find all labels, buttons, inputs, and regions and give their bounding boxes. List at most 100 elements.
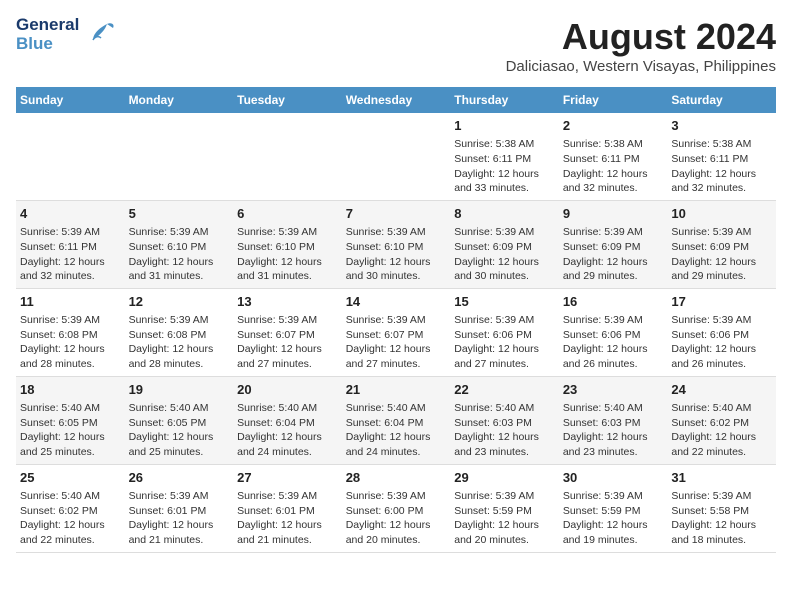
day-number-26: 26	[129, 469, 230, 487]
page-title: August 2024	[506, 16, 776, 58]
cell-3-6: 16 Sunrise: 5:39 AM Sunset: 6:06 PM Dayli…	[559, 288, 668, 376]
day-number-30: 30	[563, 469, 664, 487]
day-number-15: 15	[454, 293, 555, 311]
cell-3-1: 11 Sunrise: 5:39 AM Sunset: 6:08 PM Dayli…	[16, 288, 125, 376]
header-tuesday: Tuesday	[233, 87, 342, 113]
week-row-1: 1Sunrise: 5:38 AM Sunset: 6:11 PM Daylig…	[16, 113, 776, 200]
cell-text-3-6: Sunrise: 5:39 AM Sunset: 6:06 PM Dayligh…	[563, 313, 664, 372]
cell-4-1: 18 Sunrise: 5:40 AM Sunset: 6:05 PM Dayli…	[16, 376, 125, 464]
day-number-16: 16	[563, 293, 664, 311]
logo: General Blue	[16, 16, 117, 53]
cell-1-7: 3Sunrise: 5:38 AM Sunset: 6:11 PM Daylig…	[667, 113, 776, 200]
cell-text-4-2: Sunrise: 5:40 AM Sunset: 6:05 PM Dayligh…	[129, 401, 230, 460]
cell-text-2-2: Sunrise: 5:39 AM Sunset: 6:10 PM Dayligh…	[129, 225, 230, 284]
cell-text-5-7: Sunrise: 5:39 AM Sunset: 5:58 PM Dayligh…	[671, 489, 772, 548]
cell-5-4: 28 Sunrise: 5:39 AM Sunset: 6:00 PM Dayli…	[342, 464, 451, 552]
cell-text-3-3: Sunrise: 5:39 AM Sunset: 6:07 PM Dayligh…	[237, 313, 338, 372]
cell-3-2: 12Sunrise: 5:39 AM Sunset: 6:08 PM Dayli…	[125, 288, 234, 376]
header-thursday: Thursday	[450, 87, 559, 113]
cell-2-3: 6Sunrise: 5:39 AM Sunset: 6:10 PM Daylig…	[233, 200, 342, 288]
cell-2-7: 10Sunrise: 5:39 AM Sunset: 6:09 PM Dayli…	[667, 200, 776, 288]
cell-1-2	[125, 113, 234, 200]
cell-text-2-5: Sunrise: 5:39 AM Sunset: 6:09 PM Dayligh…	[454, 225, 555, 284]
header-friday: Friday	[559, 87, 668, 113]
page-subtitle: Daliciasao, Western Visayas, Philippines	[506, 58, 776, 75]
day-number-29: 29	[454, 469, 555, 487]
week-row-4: 18 Sunrise: 5:40 AM Sunset: 6:05 PM Dayli…	[16, 376, 776, 464]
cell-2-6: 9Sunrise: 5:39 AM Sunset: 6:09 PM Daylig…	[559, 200, 668, 288]
title-area: August 2024 Daliciasao, Western Visayas,…	[506, 16, 776, 75]
cell-text-3-1: Sunrise: 5:39 AM Sunset: 6:08 PM Dayligh…	[20, 313, 121, 372]
day-number-14: 14	[346, 293, 447, 311]
logo-text-general: General	[16, 16, 79, 35]
cell-5-6: 30Sunrise: 5:39 AM Sunset: 5:59 PM Dayli…	[559, 464, 668, 552]
cell-text-4-6: Sunrise: 5:40 AM Sunset: 6:03 PM Dayligh…	[563, 401, 664, 460]
cell-text-4-4: Sunrise: 5:40 AM Sunset: 6:04 PM Dayligh…	[346, 401, 447, 460]
cell-2-2: 5 Sunrise: 5:39 AM Sunset: 6:10 PM Daylig…	[125, 200, 234, 288]
day-number-11: 11	[20, 293, 121, 311]
day-number-19: 19	[129, 381, 230, 399]
cell-4-4: 21 Sunrise: 5:40 AM Sunset: 6:04 PM Dayli…	[342, 376, 451, 464]
day-number-27: 27	[237, 469, 338, 487]
cell-text-3-7: Sunrise: 5:39 AM Sunset: 6:06 PM Dayligh…	[671, 313, 772, 372]
cell-text-1-6: Sunrise: 5:38 AM Sunset: 6:11 PM Dayligh…	[563, 137, 664, 196]
cell-3-4: 14 Sunrise: 5:39 AM Sunset: 6:07 PM Dayli…	[342, 288, 451, 376]
header-wednesday: Wednesday	[342, 87, 451, 113]
day-number-23: 23	[563, 381, 664, 399]
cell-4-6: 23 Sunrise: 5:40 AM Sunset: 6:03 PM Dayli…	[559, 376, 668, 464]
day-number-21: 21	[346, 381, 447, 399]
cell-1-6: 2 Sunrise: 5:38 AM Sunset: 6:11 PM Daylig…	[559, 113, 668, 200]
week-row-3: 11 Sunrise: 5:39 AM Sunset: 6:08 PM Dayli…	[16, 288, 776, 376]
cell-5-1: 25 Sunrise: 5:40 AM Sunset: 6:02 PM Dayli…	[16, 464, 125, 552]
calendar-table: SundayMondayTuesdayWednesdayThursdayFrid…	[16, 87, 776, 553]
week-row-2: 4 Sunrise: 5:39 AM Sunset: 6:11 PM Daylig…	[16, 200, 776, 288]
day-number-5: 5	[129, 205, 230, 223]
cell-5-2: 26Sunrise: 5:39 AM Sunset: 6:01 PM Dayli…	[125, 464, 234, 552]
day-number-17: 17	[671, 293, 772, 311]
cell-text-1-7: Sunrise: 5:38 AM Sunset: 6:11 PM Dayligh…	[671, 137, 772, 196]
cell-text-5-4: Sunrise: 5:39 AM Sunset: 6:00 PM Dayligh…	[346, 489, 447, 548]
cell-5-3: 27 Sunrise: 5:39 AM Sunset: 6:01 PM Dayli…	[233, 464, 342, 552]
cell-3-7: 17 Sunrise: 5:39 AM Sunset: 6:06 PM Dayli…	[667, 288, 776, 376]
cell-text-4-7: Sunrise: 5:40 AM Sunset: 6:02 PM Dayligh…	[671, 401, 772, 460]
cell-text-5-1: Sunrise: 5:40 AM Sunset: 6:02 PM Dayligh…	[20, 489, 121, 548]
cell-5-7: 31Sunrise: 5:39 AM Sunset: 5:58 PM Dayli…	[667, 464, 776, 552]
cell-5-5: 29Sunrise: 5:39 AM Sunset: 5:59 PM Dayli…	[450, 464, 559, 552]
day-number-6: 6	[237, 205, 338, 223]
cell-text-2-4: Sunrise: 5:39 AM Sunset: 6:10 PM Dayligh…	[346, 225, 447, 284]
cell-text-4-1: Sunrise: 5:40 AM Sunset: 6:05 PM Dayligh…	[20, 401, 121, 460]
cell-1-4	[342, 113, 451, 200]
day-number-13: 13	[237, 293, 338, 311]
cell-2-1: 4 Sunrise: 5:39 AM Sunset: 6:11 PM Daylig…	[16, 200, 125, 288]
cell-3-5: 15 Sunrise: 5:39 AM Sunset: 6:06 PM Dayli…	[450, 288, 559, 376]
cell-text-2-7: Sunrise: 5:39 AM Sunset: 6:09 PM Dayligh…	[671, 225, 772, 284]
header-monday: Monday	[125, 87, 234, 113]
day-number-25: 25	[20, 469, 121, 487]
day-number-22: 22	[454, 381, 555, 399]
cell-4-3: 20Sunrise: 5:40 AM Sunset: 6:04 PM Dayli…	[233, 376, 342, 464]
day-number-9: 9	[563, 205, 664, 223]
header-saturday: Saturday	[667, 87, 776, 113]
logo-text-blue: Blue	[16, 35, 79, 54]
day-number-28: 28	[346, 469, 447, 487]
cell-text-3-4: Sunrise: 5:39 AM Sunset: 6:07 PM Dayligh…	[346, 313, 447, 372]
cell-1-3	[233, 113, 342, 200]
cell-text-5-3: Sunrise: 5:39 AM Sunset: 6:01 PM Dayligh…	[237, 489, 338, 548]
cell-4-2: 19 Sunrise: 5:40 AM Sunset: 6:05 PM Dayli…	[125, 376, 234, 464]
day-number-2: 2	[563, 117, 664, 135]
day-number-20: 20	[237, 381, 338, 399]
cell-1-1	[16, 113, 125, 200]
cell-2-4: 7Sunrise: 5:39 AM Sunset: 6:10 PM Daylig…	[342, 200, 451, 288]
day-number-8: 8	[454, 205, 555, 223]
cell-text-4-5: Sunrise: 5:40 AM Sunset: 6:03 PM Dayligh…	[454, 401, 555, 460]
logo-bird-icon	[85, 16, 117, 53]
cell-text-2-1: Sunrise: 5:39 AM Sunset: 6:11 PM Dayligh…	[20, 225, 121, 284]
calendar-header-row: SundayMondayTuesdayWednesdayThursdayFrid…	[16, 87, 776, 113]
cell-text-1-5: Sunrise: 5:38 AM Sunset: 6:11 PM Dayligh…	[454, 137, 555, 196]
cell-1-5: 1Sunrise: 5:38 AM Sunset: 6:11 PM Daylig…	[450, 113, 559, 200]
day-number-18: 18	[20, 381, 121, 399]
page-header: General Blue August 2024 Daliciasao, Wes…	[16, 16, 776, 75]
cell-text-3-2: Sunrise: 5:39 AM Sunset: 6:08 PM Dayligh…	[129, 313, 230, 372]
cell-text-3-5: Sunrise: 5:39 AM Sunset: 6:06 PM Dayligh…	[454, 313, 555, 372]
day-number-4: 4	[20, 205, 121, 223]
